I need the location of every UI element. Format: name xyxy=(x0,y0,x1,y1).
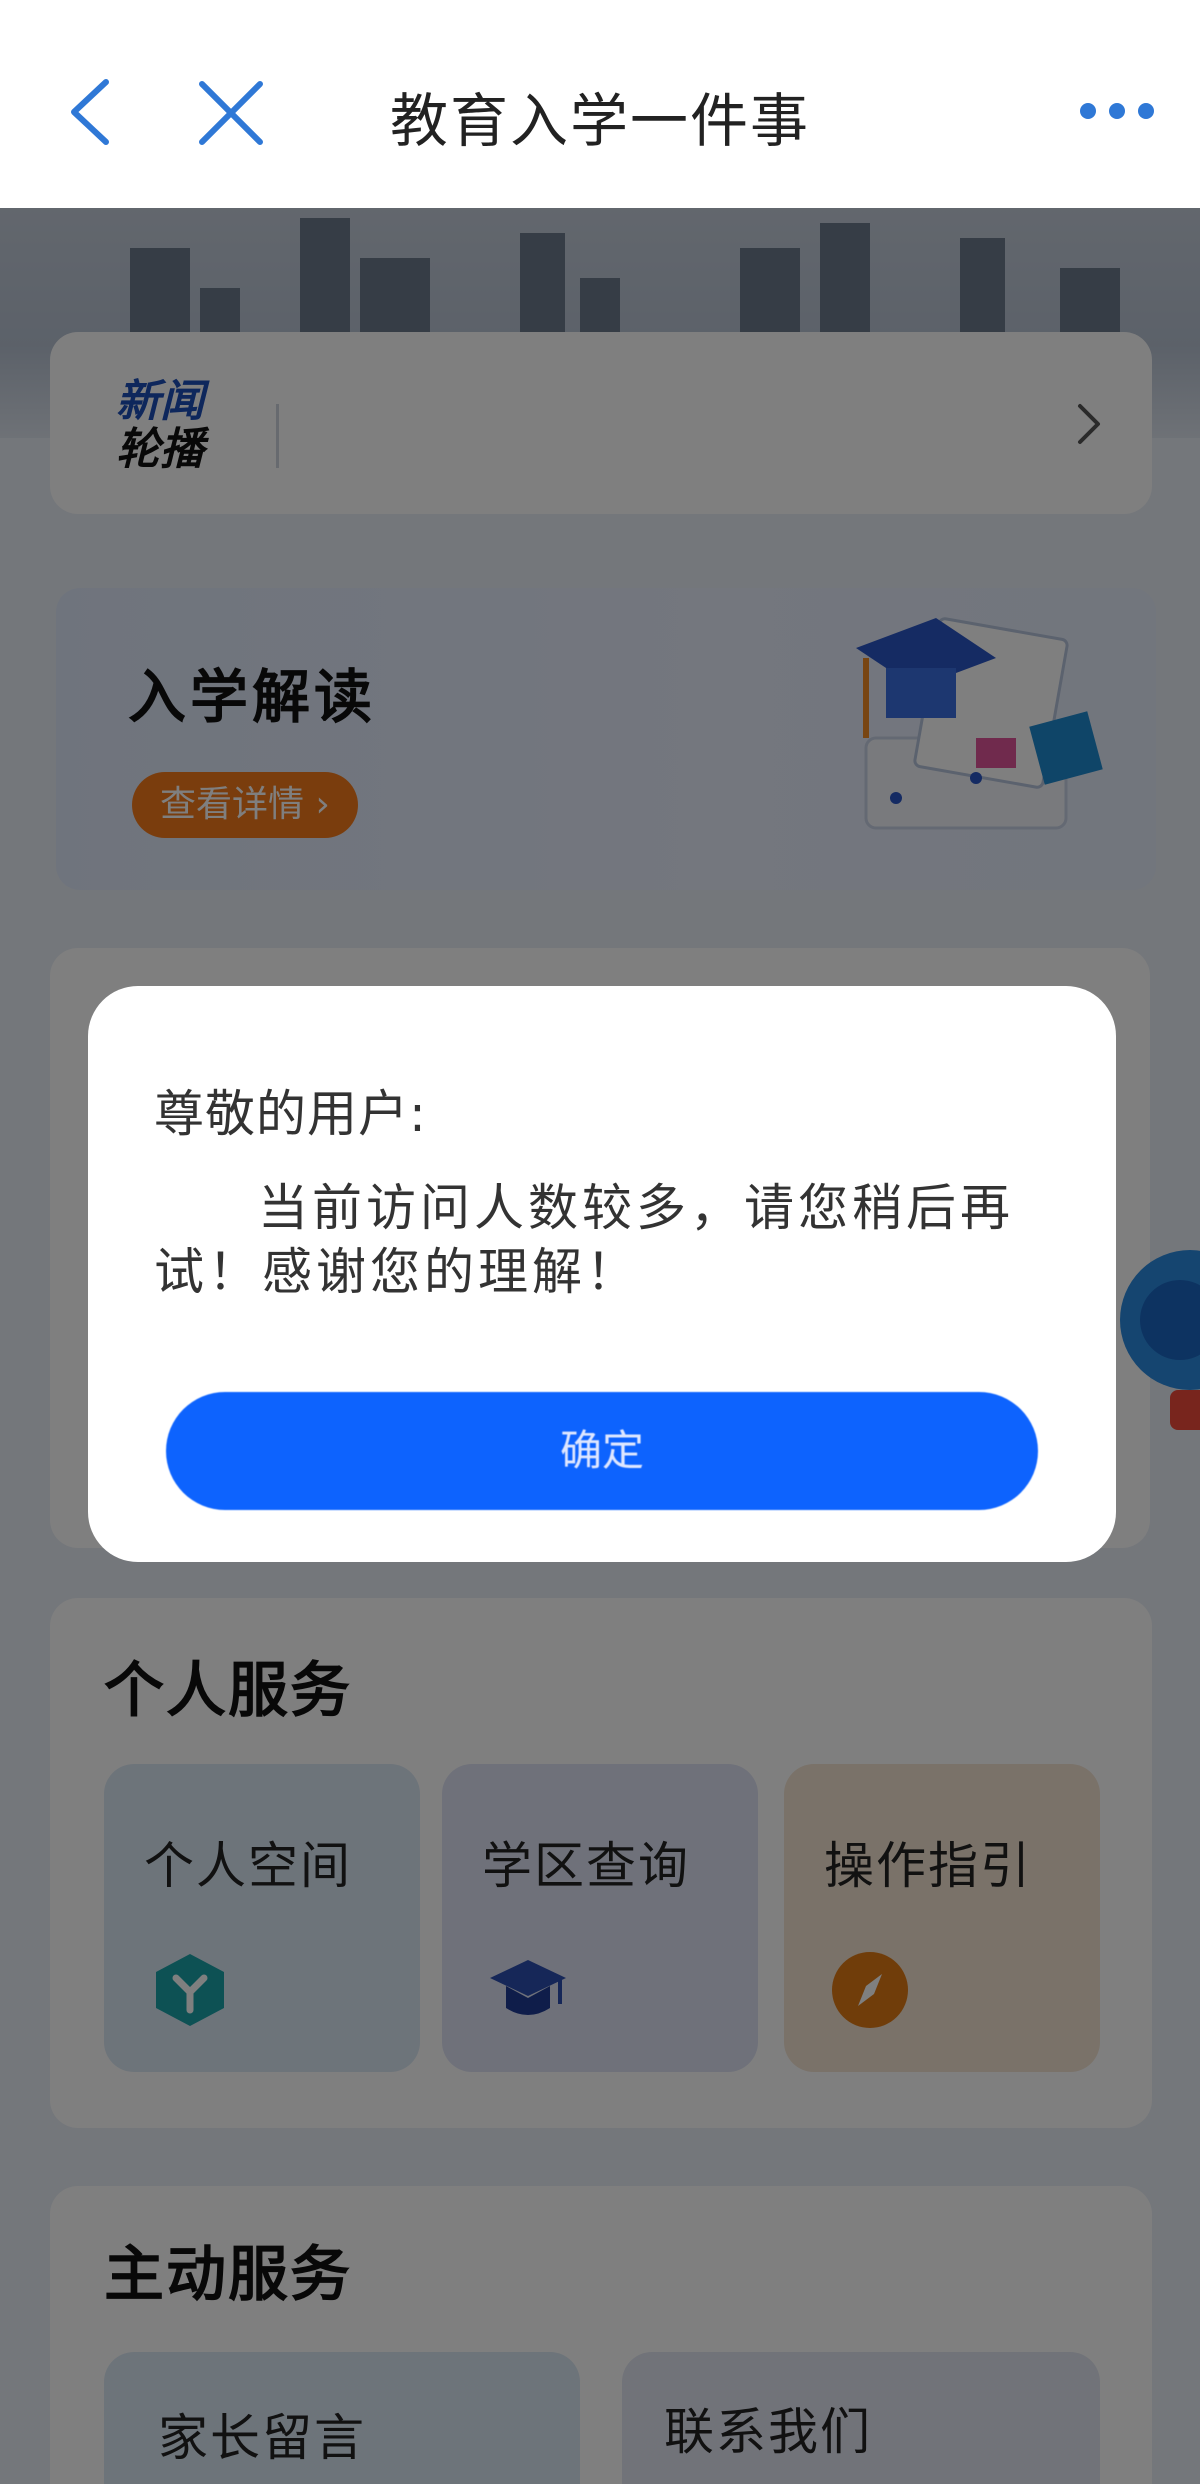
alert-dialog: 尊敬的用户: 当前访问人数较多，请您稍后再试！感谢您的理解！ 确定 xyxy=(88,986,1116,1562)
chevron-left-icon[interactable] xyxy=(62,76,118,148)
more-dots-icon[interactable] xyxy=(1080,98,1154,124)
dialog-greeting: 尊敬的用户: xyxy=(154,1085,427,1143)
top-navbar: 教育入学一件事 xyxy=(0,0,1200,208)
dialog-message: 当前访问人数较多，请您稍后再试！感谢您的理解！ xyxy=(154,1179,1014,1301)
page-title: 教育入学一件事 xyxy=(389,87,810,155)
close-icon[interactable] xyxy=(196,78,266,148)
confirm-button[interactable]: 确定 xyxy=(166,1392,1038,1510)
